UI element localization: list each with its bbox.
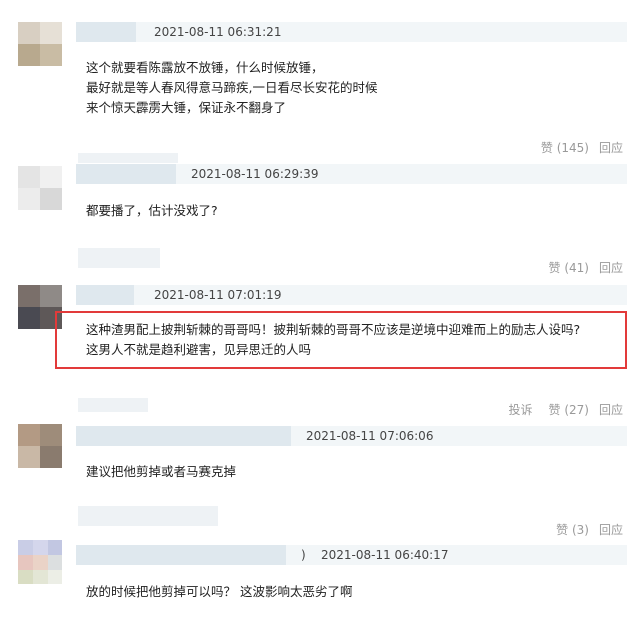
reply-button[interactable]: 回应 bbox=[599, 523, 623, 537]
comment-meta-bar: 2021-08-11 07:01:19 bbox=[76, 285, 627, 305]
comment-timestamp: 2021-08-11 06:31:21 bbox=[154, 25, 282, 39]
comment-line: 都要播了，估计没戏了? bbox=[86, 203, 218, 218]
username-blurred bbox=[78, 248, 160, 268]
comment-timestamp: 2021-08-11 07:01:19 bbox=[154, 288, 282, 302]
comment-line: 建议把他剪掉或者马赛克掉 bbox=[86, 464, 237, 479]
comment-timestamp-prefix: ) bbox=[301, 548, 306, 562]
highlight-box bbox=[55, 311, 627, 369]
username-blurred bbox=[78, 506, 218, 526]
avatar[interactable] bbox=[18, 166, 62, 210]
comment-text: 都要播了，估计没戏了? bbox=[86, 201, 218, 221]
comment-meta-bar: 2021-08-11 06:31:21 bbox=[76, 22, 627, 42]
comment-timestamp: 2021-08-11 07:06:06 bbox=[306, 429, 434, 443]
username-blurred bbox=[78, 398, 148, 412]
comment-text: 建议把他剪掉或者马赛克掉 bbox=[86, 462, 236, 482]
comment-timestamp: 2021-08-11 06:40:17 bbox=[321, 548, 449, 562]
reply-button[interactable]: 回应 bbox=[599, 141, 623, 155]
username-blurred[interactable] bbox=[76, 545, 286, 565]
like-button[interactable]: 赞 (3) bbox=[556, 523, 589, 537]
like-button[interactable]: 赞 (145) bbox=[541, 141, 589, 155]
comment-actions: 投诉 赞 (27) 回应 bbox=[499, 401, 623, 418]
username-blurred[interactable] bbox=[76, 22, 136, 42]
username-blurred[interactable] bbox=[76, 164, 176, 184]
comment-actions: 赞 (145) 回应 bbox=[531, 139, 623, 156]
avatar[interactable] bbox=[18, 540, 62, 584]
comment-meta-bar: 2021-08-11 06:29:39 bbox=[76, 164, 627, 184]
comment-meta-bar: ) 2021-08-11 06:40:17 bbox=[76, 545, 627, 565]
username-blurred[interactable] bbox=[76, 426, 291, 446]
like-button[interactable]: 赞 (41) bbox=[549, 261, 589, 275]
comment-text: 放的时候把他剪掉可以吗？ 这波影响太恶劣了啊 bbox=[86, 582, 352, 602]
comment-meta-bar: 2021-08-11 07:06:06 bbox=[76, 426, 627, 446]
comment-actions: 赞 (3) 回应 bbox=[546, 521, 623, 538]
comment-line: 最好就是等人春风得意马蹄疾,一日看尽长安花的时候 bbox=[86, 80, 378, 95]
username-blurred[interactable] bbox=[76, 285, 134, 305]
avatar[interactable] bbox=[18, 22, 62, 66]
reply-button[interactable]: 回应 bbox=[599, 261, 623, 275]
comment-line: 放的时候把他剪掉可以吗？ 这波影响太恶劣了啊 bbox=[86, 584, 353, 599]
avatar[interactable] bbox=[18, 424, 62, 468]
username-blurred bbox=[78, 153, 178, 163]
comment-line: 来个惊天霹雳大锤，保证永不翻身了 bbox=[86, 100, 287, 115]
like-button[interactable]: 赞 (27) bbox=[549, 403, 589, 417]
comment-text: 这个就要看陈露放不放锤，什么时候放锤， 最好就是等人春风得意马蹄疾,一日看尽长安… bbox=[86, 58, 377, 118]
comment-actions: 赞 (41) 回应 bbox=[539, 259, 623, 276]
comment-line: 这个就要看陈露放不放锤，什么时候放锤， bbox=[86, 60, 324, 75]
comment-timestamp: 2021-08-11 06:29:39 bbox=[191, 167, 319, 181]
reply-button[interactable]: 回应 bbox=[599, 403, 623, 417]
report-button[interactable]: 投诉 bbox=[509, 403, 533, 417]
